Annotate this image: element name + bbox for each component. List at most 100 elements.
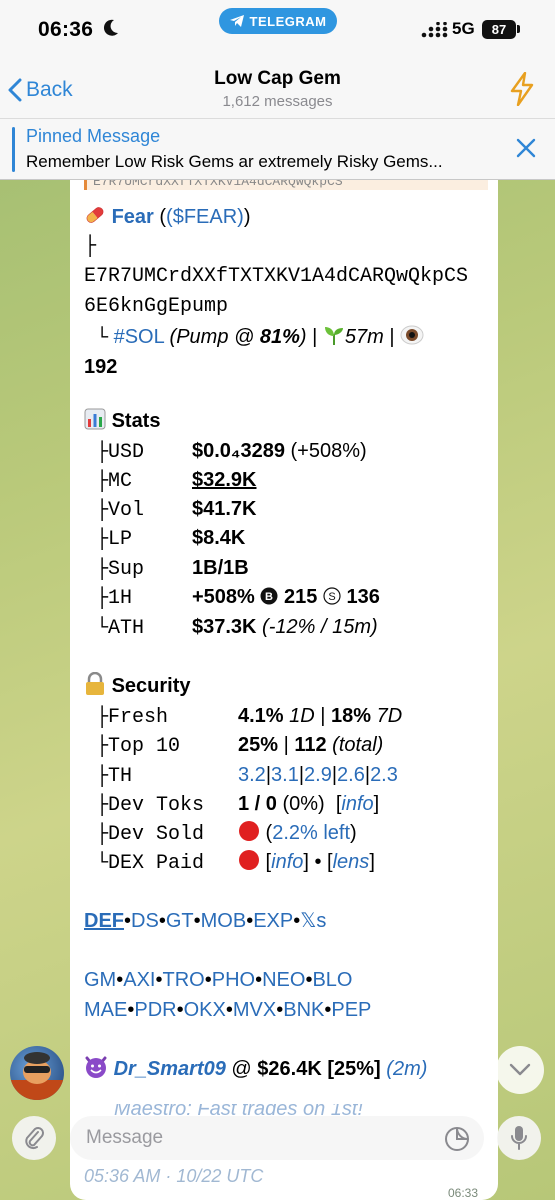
fresh-label: Fresh [108,706,169,729]
quick-link[interactable]: MVX [233,999,276,1021]
quick-link[interactable]: OKX [184,999,226,1021]
quick-link[interactable]: DEF [84,910,124,932]
stats-value: $0.0₄3289 [192,440,285,462]
lightning-icon[interactable] [509,72,535,106]
paperclip-icon [25,1127,44,1150]
quick-link[interactable]: DS [131,910,159,932]
top-holder-link[interactable]: 3.1 [271,764,299,786]
top-holder-link[interactable]: 2.9 [304,764,332,786]
quick-link[interactable]: BNK [283,999,324,1021]
quick-link[interactable]: GM [84,969,116,991]
status-bar: 06:36 TELEGRAM 5G 87 [0,0,555,62]
top-holder-link[interactable]: 2.3 [370,764,398,786]
link-separator: • [158,910,166,932]
th-label: TH [108,765,133,788]
stats-label: ├USD [84,441,145,464]
caller-pct: [25%] [327,1058,381,1080]
chain-hashtag[interactable]: #SOL [114,326,164,348]
link-separator: • [193,910,201,932]
token-ticker[interactable]: ($FEAR) [166,206,244,228]
chat-header: Back Low Cap Gem 1,612 messages [0,62,555,118]
quick-link[interactable]: EXP [253,910,293,932]
devtoks-info-link[interactable]: info [341,793,373,815]
sells-icon: S [317,586,346,608]
pinned-title: Pinned Message [26,126,161,146]
cut-off-address-text: E7R7UMCrdXXfTXTXKV1A4dCARQwQkpCS [93,180,343,189]
devsold-value[interactable]: 2.2% left [272,822,350,844]
quick-link[interactable]: MAE [84,999,127,1021]
fresh-1d-value: 4.1% [238,705,284,727]
battery-tip [517,25,520,33]
quick-link[interactable]: PDR [134,999,176,1021]
quick-link[interactable]: PEP [331,999,371,1021]
contract-address-line1[interactable]: E7R7UMCrdXXfTXTXKV1A4dCARQwQkpCS [84,262,468,292]
caller-name-link[interactable]: Dr_Smart09 [114,1058,226,1080]
quick-link[interactable]: TRO [163,969,205,991]
contract-address-line2[interactable]: 6E6knGgEpump [84,292,228,322]
message-input-bar [0,1108,555,1170]
stats-row: ├Vol $41.7K [84,494,257,526]
dexpaid-label: DEX Paid [108,852,205,875]
top10-count: 112 [294,734,327,756]
quick-link[interactable]: BLO [312,969,352,991]
quick-link[interactable]: 𝕏s [300,910,326,932]
stats-row: ├USD $0.0₄3289 (+508%) [84,436,367,468]
links-row-1: DEF•DS•GT•MOB•EXP•𝕏s [84,906,326,936]
red-circle-icon [239,821,259,841]
stats-title: Stats [111,410,161,432]
bar-chart-icon [84,408,106,430]
sells-count: 136 [346,586,380,608]
quick-link[interactable]: AXI [123,969,155,991]
devsold-label: Dev Sold [108,823,205,846]
microphone-icon [511,1126,527,1150]
security-devsold-row: ├Dev Sold (2.2% left) [84,821,357,846]
top10-label: Top 10 [108,735,181,758]
caller-mc: $26.4K [257,1058,322,1080]
quick-link[interactable]: MOB [201,910,247,932]
attach-button[interactable] [12,1116,56,1160]
pinned-message-bar[interactable]: Pinned Message Remember Low Risk Gems ar… [0,118,555,180]
close-icon[interactable] [515,137,537,159]
scroll-to-bottom-button[interactable] [496,1046,544,1094]
chat-title[interactable]: Low Cap Gem [0,68,555,90]
voice-record-button[interactable] [497,1116,541,1160]
dexpaid-lens-link[interactable]: lens [333,851,370,873]
pill-icon [86,207,104,223]
link-separator: • [204,969,212,991]
sender-avatar[interactable] [10,1046,64,1100]
top-holder-link[interactable]: 3.2 [238,764,266,786]
network-type: 5G [452,19,475,38]
pinned-indicator [12,127,15,172]
stats-value: +508% [192,586,255,608]
telegram-return-pill[interactable]: TELEGRAM [219,8,337,34]
message-input[interactable] [70,1116,484,1160]
quick-link[interactable]: PHO [212,969,255,991]
caller-age: (2m) [386,1058,428,1080]
stats-label: ├1H [84,587,133,610]
message-footer-timestamp: 05:36 AM · 10/22 UTC [84,1166,264,1186]
token-name-link[interactable]: Fear [112,206,154,228]
cut-off-address: E7R7UMCrdXXfTXTXKV1A4dCARQwQkpCS [84,180,488,190]
stats-label: └ATH [84,617,145,640]
dexpaid-info-link[interactable]: info [271,851,303,873]
red-circle-icon [239,850,259,870]
fresh-1d-unit: 1D [289,705,315,727]
stats-label: ├Sup [84,558,145,581]
caller-at: @ [231,1058,252,1080]
token-line: Fear (($FEAR)) [84,202,251,232]
buys-count: 215 [283,586,318,608]
stats-row: ├1H +508% B 215 S 136 [84,582,380,614]
pinned-text: Remember Low Risk Gems ar extremely Risk… [26,152,443,171]
quick-link[interactable]: NEO [262,969,305,991]
top10-note: (total) [332,734,384,756]
link-separator: • [124,910,132,932]
eye-icon [400,325,424,345]
sticker-icon[interactable] [444,1126,470,1152]
security-devtoks-row: ├Dev Toks 1 / 0 (0%) [info] [84,793,380,817]
top-holder-link[interactable]: 2.6 [337,764,365,786]
stats-value: $37.3K [192,616,257,638]
moon-icon [103,19,118,36]
stats-row: ├MC $32.9K [84,465,257,497]
stats-value[interactable]: $32.9K [192,469,257,491]
quick-link[interactable]: GT [166,910,194,932]
